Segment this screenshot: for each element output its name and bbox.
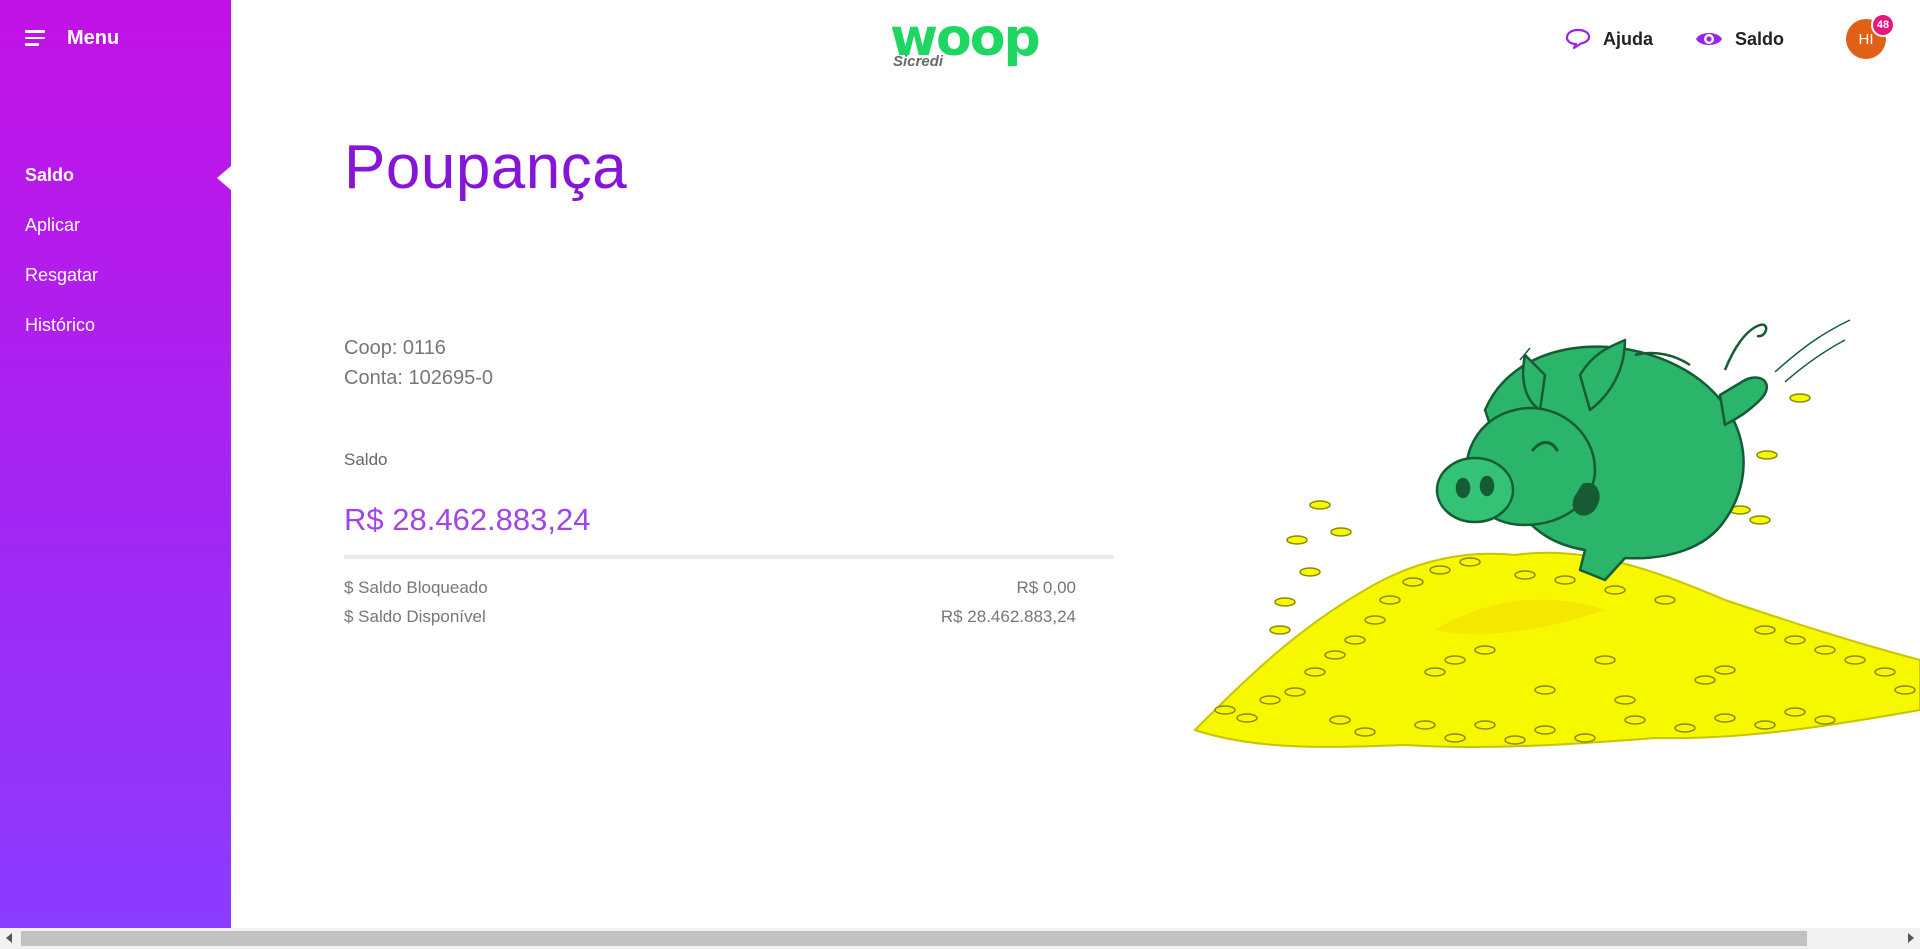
toggle-balance-button[interactable]: Saldo xyxy=(1695,29,1784,50)
chat-bubble-icon xyxy=(1565,28,1591,50)
notification-badge: 48 xyxy=(1871,13,1895,37)
scrollbar-thumb[interactable] xyxy=(21,931,1807,946)
balance-value: R$ 28.462.883,24 xyxy=(344,502,591,537)
app-root: Menu Saldo Aplicar Resgatar Histórico wo… xyxy=(0,0,1920,949)
coop-number: Coop: 0116 xyxy=(344,337,446,359)
menu-toggle-button[interactable]: Menu xyxy=(25,22,119,54)
account-number: Conta: 102695-0 xyxy=(344,367,494,389)
help-button[interactable]: Ajuda xyxy=(1565,28,1653,50)
sidebar-item-saldo[interactable]: Saldo xyxy=(0,155,231,205)
account-info: Coop: 0116 Conta: 102695-0 xyxy=(344,333,493,393)
scroll-left-icon[interactable] xyxy=(6,933,12,943)
header-actions: Ajuda Saldo HI 48 xyxy=(1565,13,1895,61)
eye-icon xyxy=(1695,33,1722,45)
logo-sub-text: Sicredi xyxy=(893,53,944,70)
balance-toggle-label: Saldo xyxy=(1734,28,1784,49)
hamburger-icon xyxy=(25,30,45,46)
blocked-balance-value: R$ 0,00 xyxy=(1016,578,1076,597)
sidebar-nav: Saldo Aplicar Resgatar Histórico xyxy=(0,155,231,355)
sidebar: Menu Saldo Aplicar Resgatar Histórico xyxy=(0,0,231,928)
sidebar-item-historico[interactable]: Histórico xyxy=(0,305,231,355)
page-title: Poupança xyxy=(344,133,628,202)
available-balance-row: $ Saldo Disponível R$ 28.462.883,24 xyxy=(344,607,1076,627)
balance-divider xyxy=(344,555,1114,559)
user-avatar[interactable]: HI 48 xyxy=(1846,13,1895,59)
menu-label: Menu xyxy=(67,26,120,49)
sidebar-item-aplicar[interactable]: Aplicar xyxy=(0,205,231,255)
available-balance-value: R$ 28.462.883,24 xyxy=(940,607,1076,626)
blocked-balance-row: $ Saldo Bloqueado R$ 0,00 xyxy=(344,578,1076,598)
woop-logo[interactable]: woop Sicredi xyxy=(890,8,1041,74)
scroll-right-icon[interactable] xyxy=(1908,933,1914,943)
avatar-initials: HI xyxy=(1858,30,1874,48)
blocked-balance-label: $ Saldo Bloqueado xyxy=(344,578,488,597)
balance-label: Saldo xyxy=(344,450,388,469)
horizontal-scrollbar[interactable] xyxy=(0,928,1920,949)
help-label: Ajuda xyxy=(1602,28,1653,49)
sidebar-item-resgatar[interactable]: Resgatar xyxy=(0,255,231,305)
available-balance-label: $ Saldo Disponível xyxy=(344,607,486,626)
piggy-bank-illustration xyxy=(1193,319,1920,749)
